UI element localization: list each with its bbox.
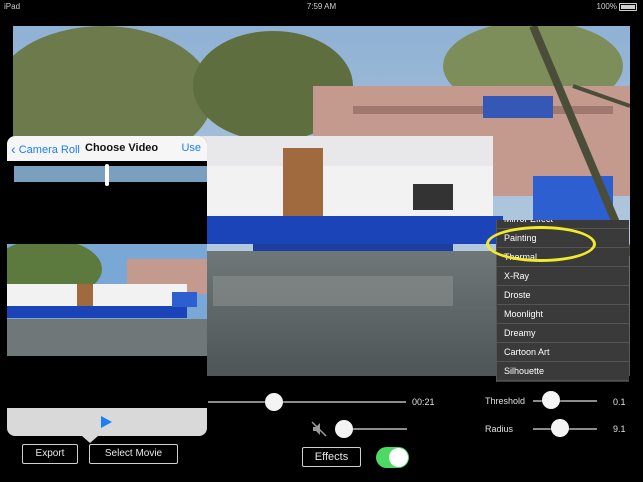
- thumbnail-strip[interactable]: [14, 166, 207, 182]
- battery-percent: 100%: [596, 2, 617, 11]
- export-button[interactable]: Export: [22, 444, 78, 464]
- scrubber-handle[interactable]: [105, 164, 109, 186]
- highlight-ellipse: [486, 226, 596, 262]
- clock: 7:59 AM: [306, 2, 337, 11]
- mute-icon[interactable]: [310, 420, 328, 438]
- playback-slider-track[interactable]: [208, 401, 406, 403]
- picker-title: Choose Video: [85, 142, 159, 154]
- radius-value: 9.1: [613, 424, 626, 434]
- chevron-left-icon: ‹: [11, 141, 16, 157]
- effect-option[interactable]: Moonlight: [497, 305, 629, 324]
- back-label: Camera Roll: [18, 144, 80, 156]
- volume-slider-thumb[interactable]: [335, 420, 353, 438]
- battery-indicator: 100%: [597, 2, 637, 11]
- playback-time: 00:21: [412, 397, 435, 407]
- camera-roll-back-button[interactable]: ‹ Camera Roll: [11, 141, 80, 157]
- effect-option[interactable]: Droste: [497, 286, 629, 305]
- effect-option[interactable]: Cartoon Art: [497, 343, 629, 362]
- radius-label: Radius: [485, 424, 514, 434]
- effect-option[interactable]: X-Ray: [497, 267, 629, 286]
- play-icon[interactable]: [101, 416, 112, 428]
- effect-option[interactable]: Dreamy: [497, 324, 629, 343]
- picker-navbar: ‹ Camera Roll Choose Video Use: [7, 136, 207, 161]
- select-movie-button[interactable]: Select Movie: [89, 444, 178, 464]
- popover-arrow: [82, 436, 98, 443]
- toggle-knob: [389, 448, 408, 467]
- use-button[interactable]: Use: [181, 142, 201, 154]
- threshold-value: 0.1: [613, 397, 626, 407]
- effects-button[interactable]: Effects: [302, 447, 361, 467]
- video-picker-popover: ‹ Camera Roll Choose Video Use: [7, 136, 207, 436]
- battery-icon: [619, 2, 637, 11]
- picker-video-thumbnail: [7, 244, 207, 356]
- effect-toggle[interactable]: [376, 447, 409, 468]
- threshold-label: Threshold: [485, 396, 526, 406]
- threshold-slider-thumb[interactable]: [542, 391, 560, 409]
- playback-slider-thumb[interactable]: [265, 393, 283, 411]
- radius-slider-thumb[interactable]: [551, 419, 569, 437]
- effect-option[interactable]: Silhouette: [497, 362, 629, 381]
- status-bar: iPad 7:59 AM 100%: [0, 0, 643, 13]
